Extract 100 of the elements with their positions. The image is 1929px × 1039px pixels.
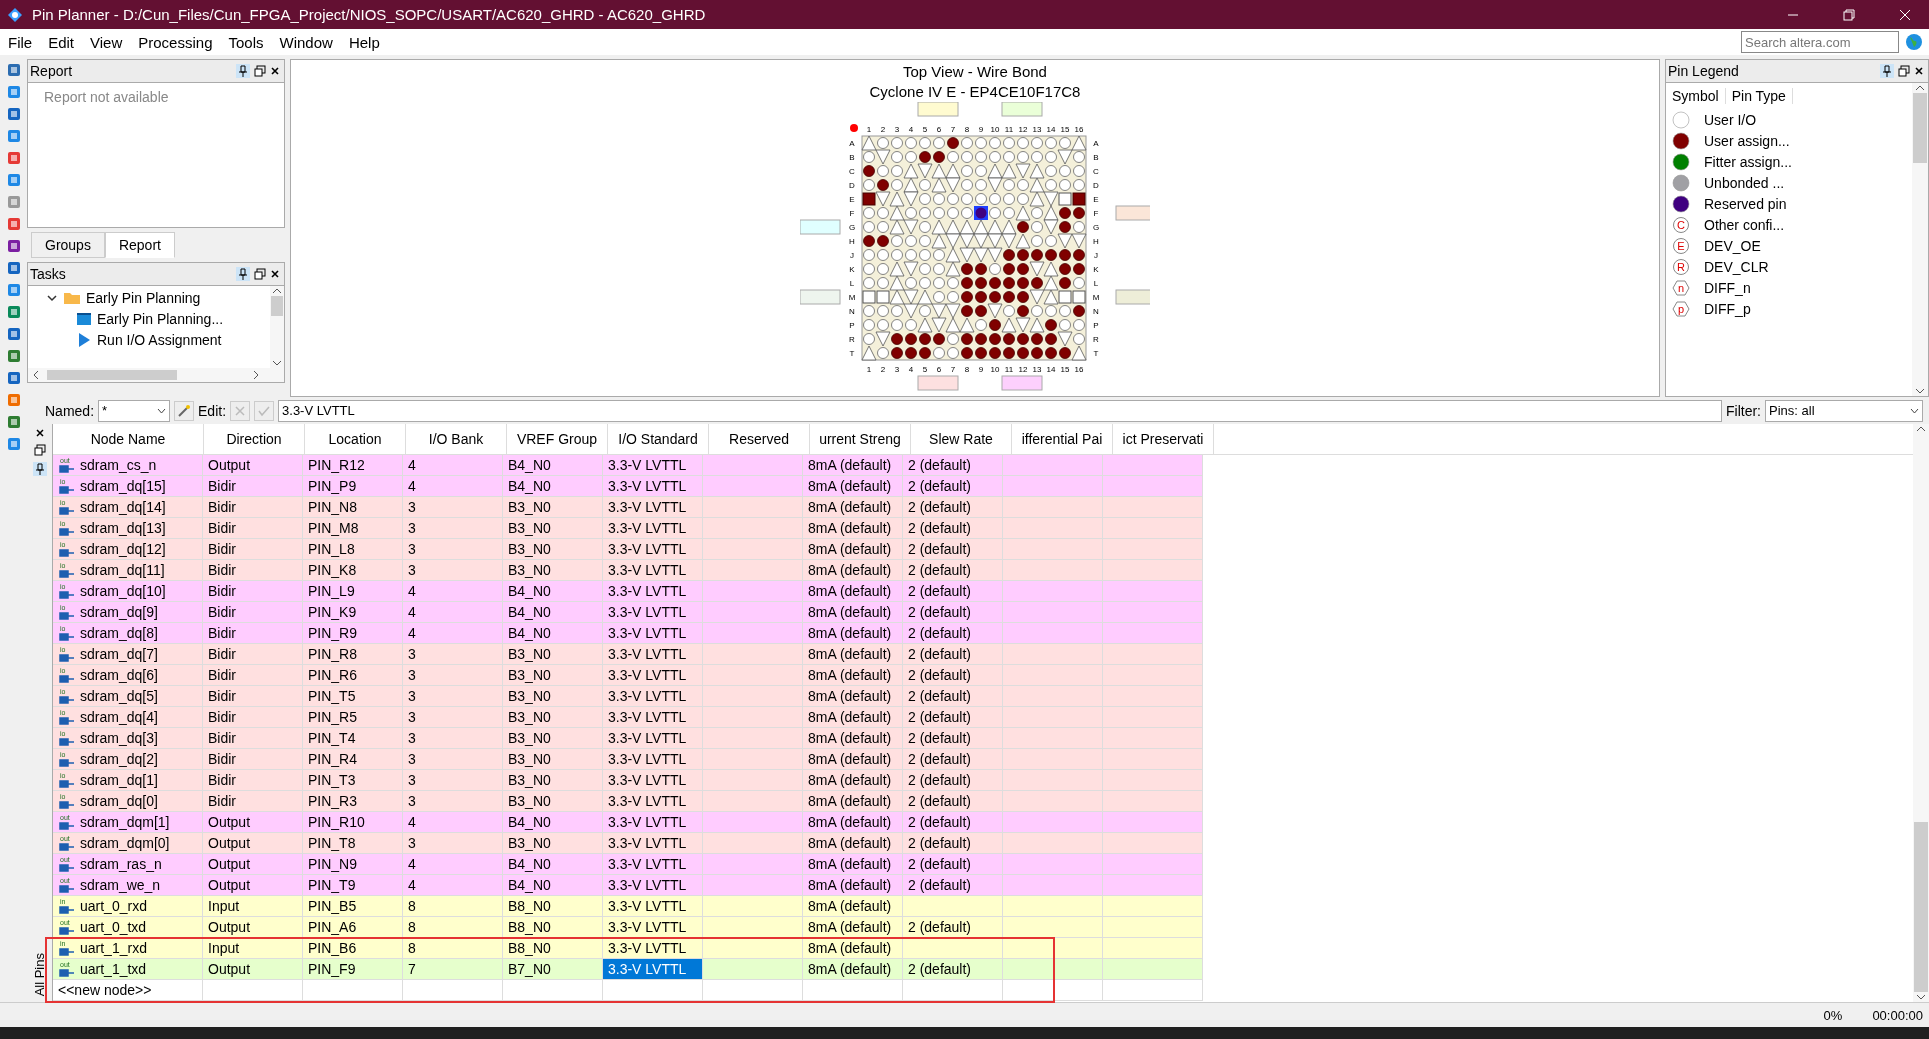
pin-symbol-icon: n xyxy=(1672,278,1690,297)
row-label: R xyxy=(1093,335,1099,344)
column-header[interactable]: VREF Group xyxy=(507,424,608,454)
column-label: 8 xyxy=(964,365,970,374)
row-label: L xyxy=(1093,279,1099,288)
tree-item[interactable]: Early Pin Planning... xyxy=(97,310,224,327)
row-label: P xyxy=(1093,321,1099,330)
row-label: H xyxy=(1093,237,1099,246)
column-header[interactable]: I/O Bank xyxy=(406,424,507,454)
table-cell: 8mA (default) xyxy=(803,917,903,938)
column-label: 13 xyxy=(1032,365,1042,374)
filter-combo[interactable]: Pins: all xyxy=(1765,399,1923,422)
tree-item[interactable]: Run I/O Assignment xyxy=(97,331,222,348)
column-label: 13 xyxy=(1032,125,1042,134)
column-label: 1 xyxy=(866,125,872,134)
pin-symbol-icon: E xyxy=(1672,236,1690,255)
window-title: Pin Planner - D:/Cun_Files/Cun_FPGA_Project/NIOS_SOPC/USART/AC620_GHRD - AC620_GHRD xyxy=(32,6,707,23)
menu-item[interactable]: Window xyxy=(271,33,341,51)
named-combo[interactable]: * xyxy=(98,399,171,422)
pin-type-label: Reserved pin xyxy=(1704,195,1787,212)
device-name: Cyclone IV E - EP4CE10F17C8 xyxy=(869,82,1081,102)
column-label: 14 xyxy=(1046,125,1056,134)
table-cell: Output xyxy=(203,917,303,938)
pin-type-label: User I/O xyxy=(1704,111,1757,128)
column-header[interactable]: Location xyxy=(305,424,406,454)
row-label: J xyxy=(1094,251,1098,260)
column-label: 15 xyxy=(1060,125,1070,134)
column-header[interactable]: I/O Standard xyxy=(608,424,709,454)
tree-item[interactable]: Early Pin Planning xyxy=(86,289,201,306)
row-label: C xyxy=(1093,167,1099,176)
menu-item[interactable]: Processing xyxy=(130,33,221,51)
row-label: F xyxy=(849,209,855,218)
column-label: 3 xyxy=(894,365,900,374)
column-header[interactable]: ict Preservati xyxy=(1113,424,1214,454)
named-label: Named: xyxy=(45,402,95,419)
column-label: 11 xyxy=(1004,125,1014,134)
search-field[interactable]: Search altera.com xyxy=(1741,31,1899,53)
column-label: 11 xyxy=(1004,365,1014,374)
row-label: A xyxy=(1093,139,1099,148)
column-header[interactable]: Slew Rate xyxy=(911,424,1012,454)
column-label: 10 xyxy=(990,125,1000,134)
table-cell[interactable]: <<new node>> xyxy=(53,980,203,1001)
menu-item[interactable]: Edit xyxy=(40,33,83,51)
row-label: B xyxy=(849,153,855,162)
row-label: N xyxy=(1093,307,1099,316)
row-label: E xyxy=(1093,195,1099,204)
column-header[interactable]: Node Name xyxy=(53,424,204,454)
pin-type-label: DIFF_n xyxy=(1704,279,1751,296)
pin-symbol-icon: C xyxy=(1672,215,1690,234)
column-label: 15 xyxy=(1060,365,1070,374)
row-label: L xyxy=(849,279,855,288)
column-label: 5 xyxy=(922,365,928,374)
row-label: F xyxy=(1093,209,1099,218)
column-label: 6 xyxy=(936,365,942,374)
column-label: 12 xyxy=(1018,365,1028,374)
row-label: R xyxy=(849,335,855,344)
side-tab[interactable]: All Pins xyxy=(32,952,47,996)
column-header[interactable]: urrent Streng xyxy=(810,424,911,454)
progress-text: 0% xyxy=(1823,1007,1843,1023)
row-label: D xyxy=(1093,181,1099,190)
pin-type-label: User assign... xyxy=(1704,132,1790,149)
panel-title: Pin Legend xyxy=(1668,63,1740,79)
elapsed-time: 00:00:00 xyxy=(1872,1007,1923,1023)
menu-item[interactable]: Tools xyxy=(220,33,272,51)
package-title: Top View - Wire Bond xyxy=(903,62,1047,82)
column-header[interactable]: Direction xyxy=(204,424,305,454)
panel-tab[interactable]: Groups xyxy=(31,232,105,258)
row-label: C xyxy=(849,167,855,176)
panel-title: Report xyxy=(30,63,74,79)
row-label: N xyxy=(849,307,855,316)
column-header: Symbol xyxy=(1666,88,1726,104)
row-label: A xyxy=(849,139,855,148)
column-label: 9 xyxy=(978,365,984,374)
row-label: M xyxy=(1092,293,1100,302)
table-cell: 2 (default) xyxy=(903,917,1003,938)
table-cell: B8_N0 xyxy=(503,917,603,938)
pin-symbol-icon: p xyxy=(1672,299,1690,318)
pin-type-label: DEV_CLR xyxy=(1704,258,1769,275)
pin-symbol-icon: R xyxy=(1672,257,1690,276)
column-header[interactable]: Reserved xyxy=(709,424,810,454)
column-label: 10 xyxy=(990,365,1000,374)
row-label: H xyxy=(849,237,855,246)
panel-tab[interactable]: Report xyxy=(104,232,175,258)
column-header[interactable]: ifferential Pai xyxy=(1012,424,1113,454)
edit-field[interactable]: 3.3-V LVTTL xyxy=(278,399,1722,422)
column-header: Pin Type xyxy=(1725,88,1793,104)
column-label: 2 xyxy=(880,125,886,134)
row-label: G xyxy=(1092,223,1100,232)
report-message: Report not available xyxy=(44,89,169,105)
menu-item[interactable]: View xyxy=(82,33,131,51)
column-label: 12 xyxy=(1018,125,1028,134)
menu-item[interactable]: File xyxy=(0,33,41,51)
table-cell: 3.3-V LVTTL xyxy=(603,917,703,938)
menu-item[interactable]: Help xyxy=(340,33,388,51)
table-cell: PIN_A6 xyxy=(303,917,403,938)
pin-type-label: DIFF_p xyxy=(1704,300,1751,317)
row-label: B xyxy=(1093,153,1099,162)
column-label: 5 xyxy=(922,125,928,134)
pin-type-label: Fitter assign... xyxy=(1704,153,1792,170)
column-label: 9 xyxy=(978,125,984,134)
